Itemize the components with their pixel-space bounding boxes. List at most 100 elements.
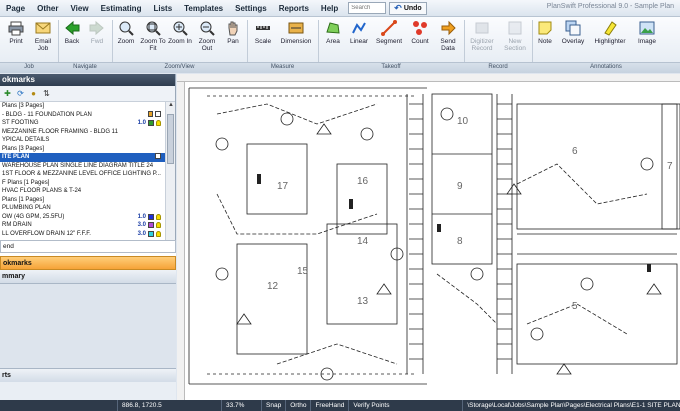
segment-button[interactable]: Segment <box>373 20 405 45</box>
tree-row[interactable]: MEZZANINE FLOOR FRAMING - BLDG 11 <box>0 128 165 137</box>
digitizer-record-button[interactable]: Digitizer Record <box>466 20 498 52</box>
pan-button[interactable]: Pan <box>222 20 244 45</box>
menu-lists[interactable]: Lists <box>147 4 178 13</box>
tree-row[interactable]: LL OVERFLOW DRAIN 12" F.F.F. 3.0 <box>0 230 165 239</box>
zoom-in-icon <box>172 20 188 36</box>
properties-icon[interactable]: ● <box>29 89 38 98</box>
tree-row[interactable]: HVAC FLOOR PLANS & T-24 <box>0 187 165 196</box>
color-swatch[interactable] <box>148 213 154 220</box>
sort-icon[interactable]: ⇅ <box>42 89 51 98</box>
plan-canvas[interactable]: 10 9 8 6 5 7 12 13 14 15 16 17 <box>177 74 680 400</box>
segment-label: Segment <box>375 38 403 45</box>
snap-toggle[interactable]: Snap <box>262 400 287 411</box>
new-section-icon <box>507 20 523 36</box>
nav-reports-tab[interactable]: rts <box>0 368 176 382</box>
visibility-bulb-icon[interactable] <box>156 230 161 237</box>
zoom-to-fit-button[interactable]: Zoom To Fit <box>140 20 166 52</box>
scroll-thumb[interactable] <box>167 114 174 164</box>
scale-button[interactable]: Scale <box>250 20 276 45</box>
menu-help[interactable]: Help <box>315 4 344 13</box>
zoom-button[interactable]: Zoom <box>114 20 138 45</box>
row-value: 1.0 <box>137 213 146 220</box>
email-job-button[interactable]: Email Job <box>30 20 56 52</box>
tree-row[interactable]: YPICAL DETAILS <box>0 136 165 145</box>
linear-button[interactable]: Linear <box>347 20 371 45</box>
undo-icon: ↶ <box>394 2 402 13</box>
add-icon[interactable]: ✚ <box>3 89 12 98</box>
tree-row[interactable]: Plans [3 Pages] <box>0 102 165 111</box>
email-job-label: Email Job <box>34 38 52 52</box>
color-swatch[interactable] <box>148 120 154 127</box>
visibility-bulb-icon[interactable] <box>156 222 161 229</box>
new-section-label: New Section <box>504 38 526 52</box>
highlighter-button[interactable]: Highlighter <box>590 20 630 45</box>
send-data-button[interactable]: Send Data <box>435 20 461 52</box>
layer-icon <box>155 153 161 159</box>
dimension-button[interactable]: Dimension <box>278 20 314 45</box>
freehand-toggle[interactable]: FreeHand <box>311 400 350 411</box>
nav-footer <box>0 382 176 400</box>
tree-row-label: Plans [3 Pages] <box>2 103 45 109</box>
new-section-button[interactable]: New Section <box>500 20 530 52</box>
group-zoom-view: Zoom/View <box>164 64 195 70</box>
scale-label: Scale <box>254 38 272 45</box>
menu-estimating[interactable]: Estimating <box>95 4 148 13</box>
nav-summary-tab[interactable]: mmary <box>0 270 176 284</box>
tree-row[interactable]: Plans [1 Pages] <box>0 196 165 205</box>
tree-row[interactable]: F Plans [1 Pages] <box>0 179 165 188</box>
color-swatch[interactable] <box>148 230 154 237</box>
row-meta: 1.0 <box>138 119 161 128</box>
count-icon <box>412 20 428 36</box>
tree-row-label: MEZZANINE FLOOR FRAMING - BLDG 11 <box>2 128 118 135</box>
menu-reports[interactable]: Reports <box>273 4 315 13</box>
tree-row-label: - BLDG - 11 FOUNDATION PLAN <box>2 111 92 118</box>
image-button[interactable]: Image <box>633 20 661 45</box>
undo-button[interactable]: ↶ Undo <box>389 1 427 15</box>
visibility-bulb-icon[interactable] <box>156 213 161 220</box>
menu-other[interactable]: Other <box>31 4 64 13</box>
print-label: Print <box>9 38 23 45</box>
zoom-in-button[interactable]: Zoom In <box>168 20 192 45</box>
tree-row[interactable]: WAREHOUSE PLAN SINGLE LINE DIAGRAM TITLE… <box>0 162 165 171</box>
room-number: 5 <box>572 301 578 312</box>
note-button[interactable]: Note <box>534 20 556 45</box>
tree-row[interactable]: - BLDG - 11 FOUNDATION PLAN <box>0 110 165 120</box>
nav-bookmarks-tab[interactable]: okmarks <box>0 256 176 270</box>
zoom-label: Zoom <box>117 38 135 45</box>
color-swatch[interactable] <box>148 222 154 229</box>
area-label: Area <box>326 38 340 45</box>
area-button[interactable]: Area <box>321 20 345 45</box>
menu-templates[interactable]: Templates <box>178 4 229 13</box>
overlay-button[interactable]: Overlay <box>558 20 588 45</box>
tree-row[interactable]: ST FOOTING 1.0 <box>0 119 165 128</box>
tree-row[interactable]: PLUMBING PLAN <box>0 204 165 213</box>
menu-settings[interactable]: Settings <box>229 4 273 13</box>
tree-row-label: 1ST FLOOR & MEZZANINE LEVEL OFFICE LIGHT… <box>2 171 161 177</box>
count-button[interactable]: Count <box>407 20 433 45</box>
room-number: 14 <box>357 236 369 247</box>
print-button[interactable]: Print <box>4 20 28 45</box>
ribbon-group-labels: Job Navigate Zoom/View Measure Takeoff R… <box>0 62 680 73</box>
tree-row[interactable]: Plans [3 Pages] <box>0 145 165 154</box>
menu-page[interactable]: Page <box>0 4 31 13</box>
tree-row[interactable]: OW (4G GPM, 25.5FU) 1.0 <box>0 213 165 222</box>
ortho-toggle[interactable]: Ortho <box>286 400 312 411</box>
tree-row-selected[interactable]: ITE PLAN <box>0 153 165 162</box>
visibility-bulb-icon[interactable] <box>156 120 161 127</box>
zoom-out-button[interactable]: Zoom Out <box>194 20 220 52</box>
forward-button[interactable]: Fwd <box>86 20 108 45</box>
group-annotations: Annotations <box>590 64 622 70</box>
menu-view[interactable]: View <box>64 4 94 13</box>
back-button[interactable]: Back <box>60 20 84 45</box>
zoom-icon <box>118 20 134 36</box>
tree-row[interactable]: 1ST FLOOR & MEZZANINE LEVEL OFFICE LIGHT… <box>0 170 165 179</box>
search-input[interactable] <box>348 2 387 14</box>
filter-field[interactable]: end <box>0 240 176 253</box>
scroll-up-icon[interactable]: ▲ <box>166 102 176 111</box>
linear-label: Linear <box>349 38 369 45</box>
zoom-out-icon <box>199 20 215 36</box>
tree-row[interactable]: RM DRAIN 3.0 <box>0 221 165 230</box>
tree-row-label: RM DRAIN <box>2 222 32 228</box>
refresh-icon[interactable]: ⟳ <box>16 89 25 98</box>
verify-points-toggle[interactable]: Verify Points <box>349 400 464 411</box>
